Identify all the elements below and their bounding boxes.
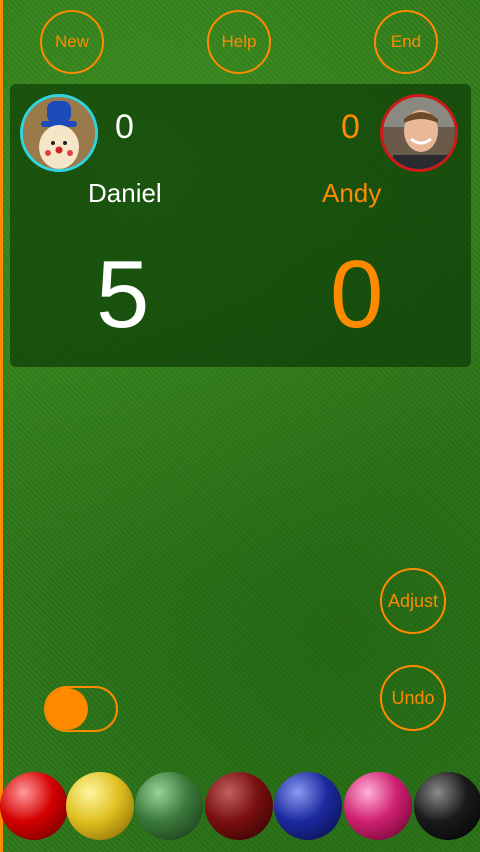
frames-andy: 0 bbox=[341, 108, 360, 146]
clown-avatar-image bbox=[23, 97, 95, 169]
end-button[interactable]: End bbox=[374, 10, 438, 74]
brown-ball[interactable] bbox=[205, 772, 273, 840]
undo-button[interactable]: Undo bbox=[380, 665, 446, 731]
toggle-knob bbox=[46, 688, 88, 730]
ball-rack bbox=[0, 772, 480, 842]
blue-ball[interactable] bbox=[274, 772, 342, 840]
pink-ball[interactable] bbox=[344, 772, 412, 840]
help-button[interactable]: Help bbox=[207, 10, 271, 74]
adjust-button[interactable]: Adjust bbox=[380, 568, 446, 634]
frames-daniel: 0 bbox=[115, 108, 134, 146]
accent-edge bbox=[0, 0, 3, 852]
score-andy: 0 bbox=[330, 241, 384, 348]
player-name-andy: Andy bbox=[322, 178, 382, 208]
player-name-daniel: Daniel bbox=[88, 178, 162, 208]
red-ball[interactable] bbox=[0, 772, 68, 840]
new-button[interactable]: New bbox=[40, 10, 104, 74]
green-ball[interactable] bbox=[135, 772, 203, 840]
avatar-andy[interactable] bbox=[380, 94, 458, 172]
black-ball[interactable] bbox=[414, 772, 480, 840]
photo-avatar-image bbox=[383, 97, 455, 169]
score-daniel: 5 bbox=[96, 241, 150, 348]
yellow-ball[interactable] bbox=[66, 772, 134, 840]
avatar-daniel[interactable] bbox=[20, 94, 98, 172]
mode-toggle[interactable] bbox=[44, 686, 118, 732]
